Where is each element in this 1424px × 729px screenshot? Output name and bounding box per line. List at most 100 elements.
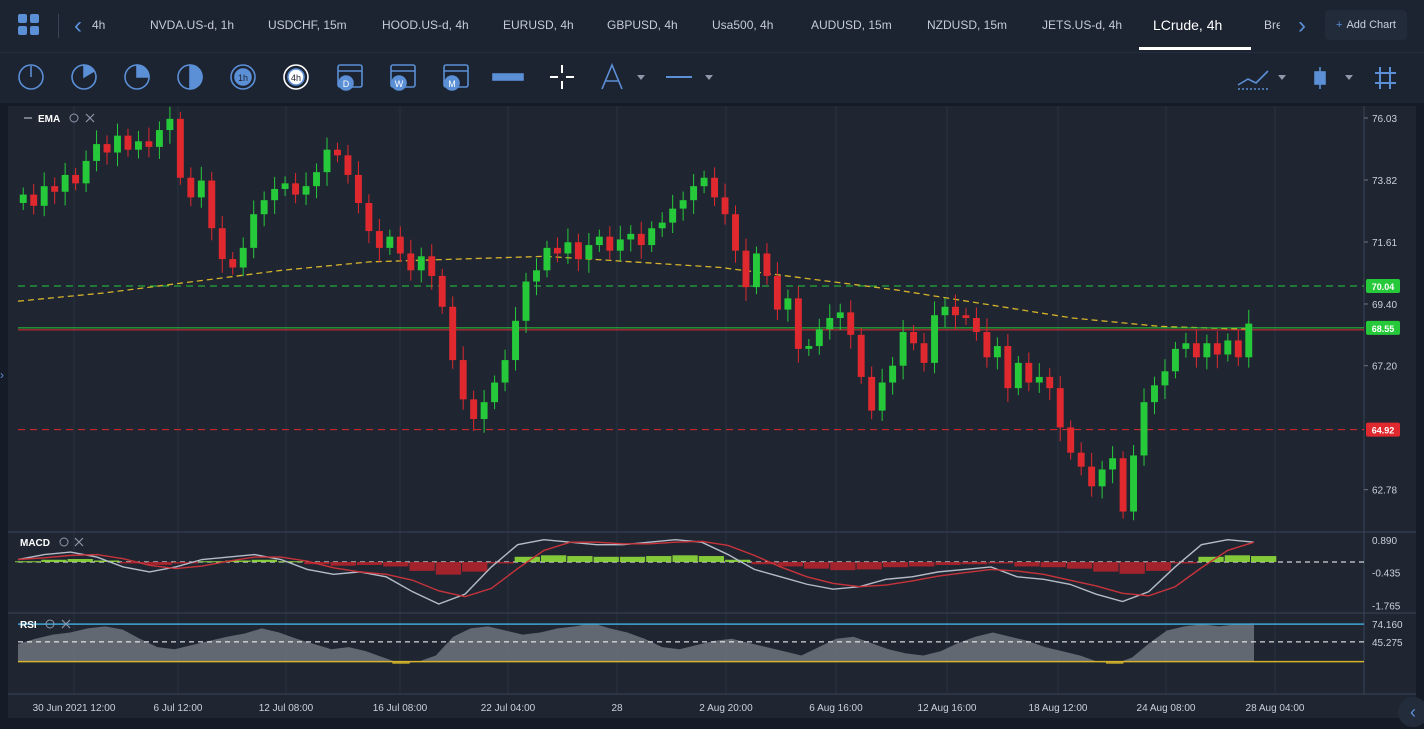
candle-body: [103, 144, 111, 153]
rsi-axis-label: 45.275: [1372, 638, 1403, 649]
time-axis-label: 12 Jul 08:00: [259, 703, 314, 714]
time-axis-label: 12 Aug 16:00: [918, 703, 977, 714]
macd-histogram-bar: [488, 561, 514, 564]
candle-body: [124, 135, 132, 150]
chart-area[interactable]: 30 Jun 2021 12:00 6 Jul 12:00 12 Jul 08:00…: [8, 106, 1416, 718]
indicator-icon[interactable]: [1237, 70, 1269, 90]
tab-1[interactable]: NVDA.US-d, 1h: [150, 0, 234, 50]
macd-close-icon[interactable]: [74, 537, 84, 547]
grid-icon[interactable]: [1375, 67, 1396, 89]
candle-body: [721, 197, 729, 215]
side-panel-expand-icon[interactable]: ›: [0, 368, 4, 382]
candle-body: [920, 343, 928, 363]
drawing-tools-icon[interactable]: [601, 62, 623, 90]
candle-body: [616, 239, 624, 251]
macd-histogram-bar: [593, 556, 619, 562]
macd-histogram-bar: [15, 561, 41, 563]
ruler-icon[interactable]: [492, 73, 524, 81]
tab-9[interactable]: JETS.US-d, 4h: [1042, 0, 1122, 50]
candle-body: [669, 208, 677, 223]
calendar-day-icon[interactable]: [337, 64, 363, 91]
chart-tabs: 4h NVDA.US-d, 1h USDCHF, 15m HOOD.US-d, 4h E…: [92, 0, 1280, 52]
clock-15-icon[interactable]: [18, 64, 44, 90]
candle-body: [931, 315, 938, 363]
macd-histogram-bar: [383, 561, 409, 567]
candle-body: [1088, 466, 1096, 487]
candle-body: [648, 228, 656, 246]
candle-body: [260, 200, 268, 215]
tab-8[interactable]: NZDUSD, 15m: [927, 0, 1007, 50]
tab-5[interactable]: GBPUSD, 4h: [607, 0, 678, 50]
layout-grid-icon[interactable]: [18, 14, 40, 36]
tabs-next-button[interactable]: ›: [1292, 12, 1312, 40]
macd-line: [17, 539, 1255, 605]
candle-body: [1098, 469, 1106, 487]
candle-body: [889, 365, 897, 383]
time-axis-label: 30 Jun 2021 12:00: [33, 703, 116, 714]
candle-body: [218, 228, 226, 260]
macd-histogram-bar: [1119, 561, 1145, 574]
candle-body: [271, 188, 279, 201]
time-axis-label: 24 Aug 08:00: [1137, 703, 1196, 714]
chevron-down-icon[interactable]: [1345, 75, 1353, 80]
price-axis-label: 62.78: [1372, 486, 1397, 497]
candle-body: [847, 312, 855, 335]
candle-body: [784, 298, 792, 310]
candle-body: [386, 236, 394, 248]
collapse-panel-button[interactable]: ‹: [1398, 697, 1424, 727]
macd-histogram-bar: [961, 561, 988, 565]
tab-11[interactable]: Bre: [1264, 0, 1280, 50]
crosshair-icon[interactable]: [550, 65, 574, 89]
candle-body: [72, 174, 80, 184]
period-w-label: W: [395, 79, 404, 89]
tab-6[interactable]: Usa500, 4h: [712, 0, 773, 50]
clock-30-icon[interactable]: [71, 64, 97, 90]
candle-body: [197, 180, 205, 198]
plus-icon: +: [1336, 19, 1343, 31]
candle-type-icon[interactable]: [1314, 67, 1326, 89]
price-axis-label: 73.82: [1372, 176, 1397, 187]
candle-body: [208, 180, 216, 229]
time-axis-label: 6 Jul 12:00: [154, 703, 203, 714]
candle-body: [145, 141, 153, 147]
candle-body: [302, 186, 310, 195]
candle-body: [93, 144, 101, 161]
candle-body: [962, 315, 970, 319]
candle-body: [1140, 402, 1148, 456]
candle-body: [910, 332, 918, 344]
macd-histogram-bar: [1172, 561, 1198, 564]
macd-histogram-bar: [698, 556, 725, 562]
time-axis-label: 6 Aug 16:00: [809, 703, 863, 714]
candle-body: [857, 334, 865, 377]
tab-7[interactable]: AUDUSD, 15m: [811, 0, 892, 50]
tab-0[interactable]: 4h: [92, 0, 105, 50]
chevron-down-icon[interactable]: [637, 75, 645, 80]
candle-body: [1171, 348, 1179, 372]
tabs-prev-button[interactable]: ‹: [68, 12, 88, 40]
candle-body: [878, 382, 886, 411]
chevron-down-icon[interactable]: [705, 75, 713, 80]
macd-histogram-bar: [646, 556, 672, 562]
clock-half-icon[interactable]: [177, 64, 203, 90]
candle-body: [1046, 376, 1054, 389]
macd-histogram-bar: [1093, 561, 1119, 572]
chart-svg[interactable]: 30 Jun 2021 12:00 6 Jul 12:00 12 Jul 08:00…: [8, 106, 1416, 718]
macd-histogram-bar: [277, 561, 304, 563]
candle-body: [1109, 458, 1117, 470]
macd-settings-icon[interactable]: [59, 537, 69, 547]
clock-45-icon[interactable]: [124, 64, 150, 90]
candle-body: [627, 233, 635, 240]
candle-body: [836, 312, 844, 319]
ema-close-icon[interactable]: [85, 113, 95, 123]
candle-body: [114, 135, 121, 153]
chevron-down-icon[interactable]: [1278, 75, 1286, 80]
tab-3[interactable]: HOOD.US-d, 4h: [382, 0, 469, 50]
tab-10[interactable]: LCrude, 4h: [1153, 0, 1222, 50]
candle-body: [491, 382, 499, 403]
candle-body: [595, 236, 603, 246]
tab-4[interactable]: EURUSD, 4h: [503, 0, 574, 50]
period-4h-label: 4h: [291, 73, 301, 83]
resistance-level-label: 70.04: [1372, 282, 1395, 292]
tab-2[interactable]: USDCHF, 15m: [268, 0, 347, 50]
add-chart-button[interactable]: + Add Chart: [1325, 10, 1407, 40]
